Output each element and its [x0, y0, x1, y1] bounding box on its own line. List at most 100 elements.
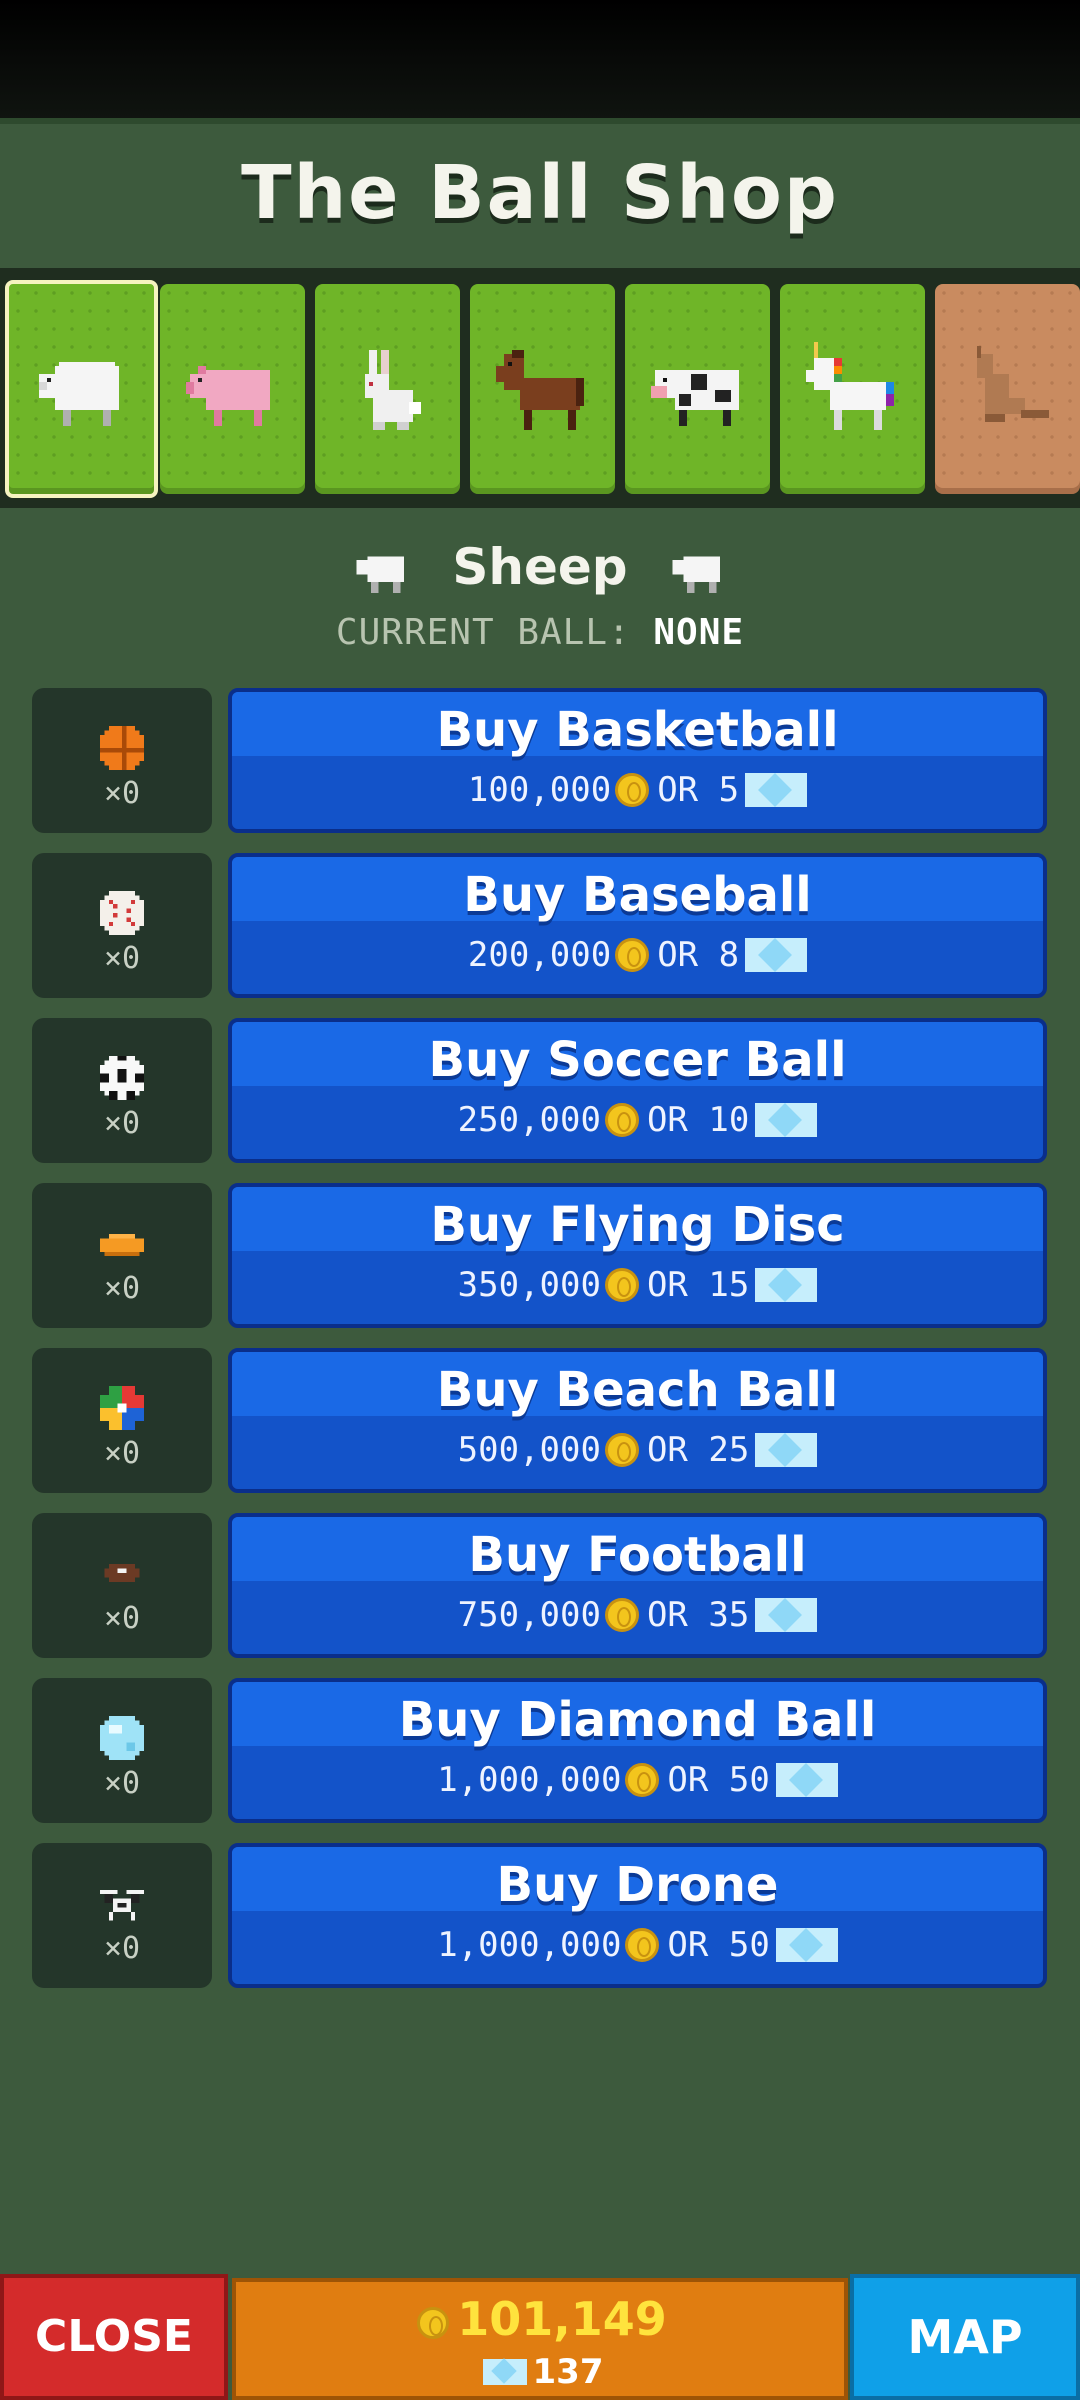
coin-icon: [417, 2307, 450, 2339]
button-label: Buy Soccer Ball: [428, 1032, 847, 1088]
cow-icon: [651, 370, 739, 426]
gem-icon: [755, 1433, 818, 1467]
tab-cow[interactable]: [625, 284, 770, 494]
tab-rabbit[interactable]: [315, 284, 460, 494]
gem-icon: [775, 1928, 838, 1962]
button-label: Buy Diamond Ball: [398, 1692, 877, 1748]
wallet: 101,149 137: [232, 2278, 848, 2400]
coin-balance: 101,149: [236, 2292, 844, 2346]
top-bar-edge: [0, 118, 1080, 124]
sheep-icon: [39, 362, 119, 426]
price-line: 1,000,000 OR 50: [232, 1760, 1043, 1800]
coin-balance-value: 101,149: [457, 2292, 667, 2346]
soccer-ball-icon: [100, 1056, 144, 1100]
item-count: ×0: [103, 1436, 141, 1471]
button-label: Buy Beach Ball: [436, 1362, 839, 1418]
coin-price: 350,000: [457, 1265, 601, 1305]
price-line: 1,000,000 OR 50: [232, 1925, 1043, 1965]
gem-icon: [775, 1763, 838, 1797]
rabbit-icon: [365, 350, 421, 430]
tab-pig[interactable]: [160, 284, 305, 494]
item-count: ×0: [103, 1271, 141, 1306]
coin-icon: [615, 938, 650, 972]
shop-item-beach-ball: ×0 Buy Beach Ball 500,000 OR 25: [32, 1348, 1047, 1493]
item-count: ×0: [103, 1766, 141, 1801]
coin-price: 200,000: [467, 935, 612, 975]
gem-icon: [745, 773, 808, 807]
coin-price: 1,000,000: [437, 1760, 622, 1800]
coin-icon: [604, 1268, 639, 1302]
gem-balance-value: 137: [532, 2352, 604, 2392]
current-ball-value: NONE: [653, 612, 745, 653]
gem-balance: 137: [236, 2352, 844, 2392]
coin-price: 100,000: [467, 770, 612, 810]
item-slot: ×0: [32, 1843, 212, 1988]
price-line: 350,000 OR 15: [232, 1265, 1043, 1305]
coin-price: 750,000: [457, 1595, 601, 1635]
shop-item-soccer-ball: ×0 Buy Soccer Ball 250,000 OR 10: [32, 1018, 1047, 1163]
gem-icon: [755, 1103, 818, 1137]
price-or: OR: [646, 1265, 688, 1305]
item-slot: ×0: [32, 688, 212, 833]
buy-soccer-ball-button[interactable]: Buy Soccer Ball 250,000 OR 10: [228, 1018, 1047, 1163]
top-bar: [0, 0, 1080, 120]
item-slot: ×0: [32, 1348, 212, 1493]
buy-diamond-ball-button[interactable]: Buy Diamond Ball 1,000,000 OR 50: [228, 1678, 1047, 1823]
coin-price: 500,000: [457, 1430, 601, 1470]
price-or: OR: [667, 1760, 709, 1800]
sheep-icon: [671, 555, 720, 593]
coin-icon: [625, 1763, 660, 1797]
coin-icon: [604, 1433, 639, 1467]
shop-item-diamond-ball: ×0 Buy Diamond Ball 1,000,000 OR 50: [32, 1678, 1047, 1823]
pig-icon: [186, 366, 270, 426]
shop-item-flying-disc: ×0 Buy Flying Disc 350,000 OR 15: [32, 1183, 1047, 1328]
football-icon: [104, 1564, 140, 1582]
current-ball-status: CURRENT BALL: NONE: [0, 612, 1080, 653]
shop-item-baseball: ×0 Buy Baseball 200,000 OR 8: [32, 853, 1047, 998]
gem-icon: [755, 1598, 818, 1632]
gem-price: 15: [708, 1265, 750, 1305]
button-label: Buy Basketball: [436, 702, 839, 758]
price-or: OR: [646, 1100, 688, 1140]
gem-icon: [755, 1268, 818, 1302]
buy-basketball-button[interactable]: Buy Basketball 100,000 OR 5: [228, 688, 1047, 833]
item-count: ×0: [103, 941, 141, 976]
baseball-icon: [100, 891, 144, 935]
gem-price: 50: [728, 1925, 770, 1965]
item-count: ×0: [103, 776, 141, 811]
map-button[interactable]: MAP: [850, 2274, 1080, 2400]
page-title: The Ball Shop: [241, 150, 839, 236]
price-line: 750,000 OR 35: [232, 1595, 1043, 1635]
price-or: OR: [667, 1925, 709, 1965]
price-or: OR: [646, 1430, 688, 1470]
gem-price: 8: [718, 935, 740, 975]
tab-sheep[interactable]: [5, 280, 158, 498]
gem-icon: [482, 2359, 527, 2385]
buy-beach-ball-button[interactable]: Buy Beach Ball 500,000 OR 25: [228, 1348, 1047, 1493]
basketball-icon: [100, 726, 144, 770]
buy-football-button[interactable]: Buy Football 750,000 OR 35: [228, 1513, 1047, 1658]
flying-disc-icon: [100, 1234, 144, 1257]
sheep-icon: [356, 555, 405, 593]
item-slot: ×0: [32, 1678, 212, 1823]
tab-horse[interactable]: [470, 284, 615, 494]
item-slot: ×0: [32, 1513, 212, 1658]
tab-kangaroo[interactable]: [935, 284, 1080, 494]
unicorn-icon: [806, 342, 894, 430]
price-or: OR: [657, 935, 699, 975]
coin-icon: [604, 1103, 639, 1137]
buy-baseball-button[interactable]: Buy Baseball 200,000 OR 8: [228, 853, 1047, 998]
gem-price: 25: [708, 1430, 750, 1470]
button-label: Buy Flying Disc: [430, 1197, 845, 1253]
price-or: OR: [646, 1595, 688, 1635]
selected-animal: Sheep: [0, 538, 1080, 596]
buy-flying-disc-button[interactable]: Buy Flying Disc 350,000 OR 15: [228, 1183, 1047, 1328]
tab-unicorn[interactable]: [780, 284, 925, 494]
animal-name: Sheep: [452, 538, 628, 596]
buy-drone-button[interactable]: Buy Drone 1,000,000 OR 50: [228, 1843, 1047, 1988]
item-count: ×0: [103, 1931, 141, 1966]
price-line: 250,000 OR 10: [232, 1100, 1043, 1140]
horse-icon: [496, 350, 584, 430]
close-button[interactable]: CLOSE: [0, 2274, 228, 2400]
gem-price: 35: [708, 1595, 750, 1635]
